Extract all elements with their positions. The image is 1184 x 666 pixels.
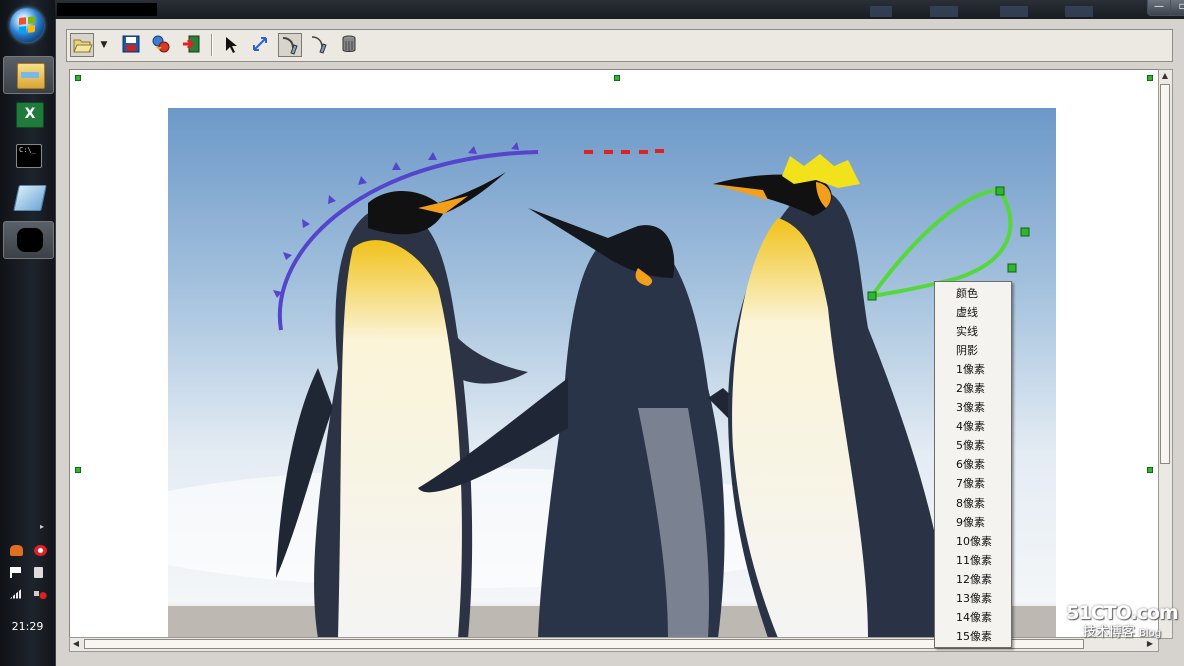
taskbar-item-explorer[interactable] bbox=[3, 56, 54, 94]
tray-app-icon[interactable] bbox=[10, 544, 23, 556]
pen-curve-icon bbox=[282, 37, 298, 55]
app-window: ▼ ▲ ◀ ▶ bbox=[56, 19, 1184, 666]
maximize-button[interactable]: ▫ bbox=[1170, 0, 1184, 16]
curve-pen-button[interactable] bbox=[278, 33, 302, 57]
resize-handle[interactable] bbox=[1147, 75, 1153, 81]
menu-item[interactable]: 13像素 bbox=[935, 589, 1011, 608]
resize-icon bbox=[253, 37, 267, 51]
save-button[interactable] bbox=[120, 33, 144, 57]
save-icon bbox=[122, 35, 140, 53]
menu-item[interactable]: 14像素 bbox=[935, 608, 1011, 627]
watermark-main: 51CTO.com bbox=[1066, 602, 1178, 624]
volume-muted-icon[interactable] bbox=[33, 587, 47, 599]
scroll-up-icon[interactable]: ▲ bbox=[1159, 70, 1171, 82]
taskbar-item-redacted[interactable] bbox=[3, 221, 54, 259]
context-menu: 颜色 虚线 实线 阴影 1像素 2像素 3像素 4像素 5像素 6像素 7像素 8像素 9像素 10像素 1… bbox=[934, 281, 1012, 648]
delete-button[interactable] bbox=[338, 33, 362, 57]
menu-item[interactable]: 8像素 bbox=[935, 494, 1011, 513]
blurred-area bbox=[1065, 6, 1093, 17]
minimize-button[interactable]: — bbox=[1147, 0, 1171, 16]
redacted-icon bbox=[17, 228, 43, 252]
tray-expand-icon[interactable]: ▸ bbox=[40, 522, 44, 531]
watermark: 51CTO.com 技术博客 Blog bbox=[1060, 602, 1184, 650]
scroll-left-icon[interactable]: ◀ bbox=[70, 638, 82, 650]
resize-handle[interactable] bbox=[75, 75, 81, 81]
menu-item[interactable]: 1像素 bbox=[935, 360, 1011, 379]
exit-icon bbox=[183, 35, 200, 53]
folder-icon bbox=[17, 63, 45, 89]
blurred-area bbox=[930, 6, 958, 17]
start-button[interactable] bbox=[10, 8, 44, 42]
watermark-tag: Blog bbox=[1139, 628, 1162, 639]
arrow-cursor-icon bbox=[226, 37, 237, 53]
menu-item[interactable]: 12像素 bbox=[935, 570, 1011, 589]
resize-handle[interactable] bbox=[1147, 467, 1153, 473]
menu-item[interactable]: 颜色 bbox=[935, 284, 1011, 303]
open-dropdown-button[interactable]: ▼ bbox=[98, 33, 110, 57]
resize-tool-button[interactable] bbox=[249, 33, 273, 57]
menu-item[interactable]: 10像素 bbox=[935, 532, 1011, 551]
menu-item[interactable]: 2像素 bbox=[935, 379, 1011, 398]
watermark-sub: 技术博客 bbox=[1082, 625, 1135, 640]
pen-button[interactable] bbox=[308, 33, 332, 57]
taskbar-item-cmd[interactable]: C:\_ bbox=[3, 138, 52, 174]
vertical-scroll-thumb[interactable] bbox=[1160, 84, 1170, 464]
resize-handle[interactable] bbox=[75, 467, 81, 473]
open-button[interactable] bbox=[70, 33, 94, 57]
menu-item[interactable]: 15像素 bbox=[935, 627, 1011, 646]
select-tool-button[interactable] bbox=[219, 33, 243, 57]
toolbar: ▼ bbox=[66, 29, 1173, 62]
menu-item[interactable]: 5像素 bbox=[935, 436, 1011, 455]
toolbar-separator bbox=[211, 34, 213, 56]
taskbar-item-app[interactable] bbox=[3, 179, 52, 215]
menu-item[interactable]: 实线 bbox=[935, 322, 1011, 341]
pen-icon bbox=[311, 36, 327, 54]
vertical-scrollbar[interactable]: ▲ bbox=[1158, 69, 1173, 639]
weibo-icon[interactable] bbox=[33, 544, 47, 556]
resize-handle[interactable] bbox=[614, 75, 620, 81]
network-icon[interactable] bbox=[10, 587, 23, 599]
penguin-photo bbox=[168, 108, 1056, 638]
taskbar-item-excel[interactable]: X bbox=[3, 96, 52, 132]
excel-icon: X bbox=[16, 102, 44, 128]
menu-item[interactable]: 9像素 bbox=[935, 513, 1011, 532]
menu-item[interactable]: 虚线 bbox=[935, 303, 1011, 322]
menu-item[interactable]: 4像素 bbox=[935, 417, 1011, 436]
exit-button[interactable] bbox=[180, 33, 204, 57]
menu-item[interactable]: 11像素 bbox=[935, 551, 1011, 570]
title-bar: — ▫ ✕ bbox=[55, 0, 1184, 19]
redacted-title bbox=[57, 3, 157, 16]
taskbar: X C:\_ ▸ 21:29 bbox=[0, 0, 56, 666]
clock[interactable]: 21:29 bbox=[0, 620, 55, 633]
menu-item[interactable]: 阴影 bbox=[935, 341, 1011, 360]
menu-item[interactable]: 3像素 bbox=[935, 398, 1011, 417]
app-icon bbox=[13, 185, 47, 211]
trash-can-icon bbox=[342, 35, 356, 52]
battery-icon[interactable] bbox=[33, 566, 43, 578]
menu-item[interactable]: 7像素 bbox=[935, 474, 1011, 493]
folder-open-icon bbox=[73, 39, 93, 53]
blurred-area bbox=[1000, 6, 1028, 17]
flag-icon[interactable] bbox=[10, 566, 23, 578]
filter-icon bbox=[152, 35, 170, 53]
blurred-area bbox=[870, 6, 892, 17]
filter-button[interactable] bbox=[150, 33, 174, 57]
menu-item[interactable]: 6像素 bbox=[935, 455, 1011, 474]
terminal-icon: C:\_ bbox=[16, 144, 42, 168]
